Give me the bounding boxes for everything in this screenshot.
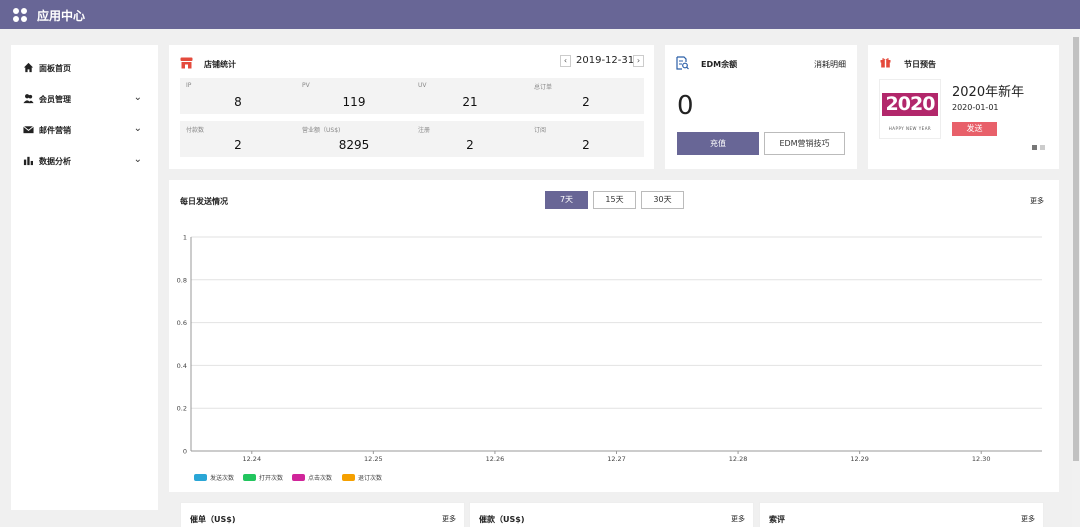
daily-send-card: 每日发送情况 7天 15天 30天 更多 0 0.2 0.4 0.6 0.8 1 12.24…	[169, 180, 1059, 492]
carousel-dot-active[interactable]	[1032, 145, 1037, 150]
stat-value: 2	[582, 138, 590, 152]
x-tick-label: 12.29	[850, 455, 869, 463]
reminder-payment-more-link[interactable]: 更多	[731, 514, 745, 524]
sidebar-item-label: 邮件营销	[39, 126, 71, 135]
current-date: 2019-12-31	[576, 55, 635, 66]
edm-title: EDM余额	[701, 60, 738, 69]
x-tick-label: 12.25	[364, 455, 383, 463]
reminder-payment-card: 催款（US$) 更多	[469, 502, 754, 527]
top-bar: 应用中心	[0, 0, 1080, 29]
daily-send-title: 每日发送情况	[180, 197, 228, 206]
stat-total-orders: 总订单 2	[528, 78, 644, 114]
new-year-image: 2020 HAPPY NEW YEAR	[879, 79, 941, 139]
x-tick-label: 12.27	[607, 455, 626, 463]
chevron-down-icon: ⌄	[133, 154, 142, 165]
review-request-card: 索评 更多	[759, 502, 1044, 527]
daily-send-chart: 0 0.2 0.4 0.6 0.8 1 12.24 12.25 12.26 12.27 12.28 1…	[177, 234, 1042, 463]
x-tick-label: 12.28	[729, 455, 748, 463]
sidebar-item-label: 数据分析	[39, 157, 71, 166]
review-request-more-link[interactable]: 更多	[1021, 514, 1035, 524]
stat-revenue: 营业额（US$) 8295	[296, 121, 412, 157]
daily-more-link[interactable]: 更多	[1030, 196, 1044, 206]
stat-label: 营业额（US$)	[302, 127, 341, 134]
tab-7-days[interactable]: 7天	[545, 191, 588, 209]
edm-balance-card: EDM余额 消耗明细 0 充值 EDM营销技巧	[665, 45, 857, 169]
carousel-dot[interactable]	[1040, 145, 1045, 150]
reminder-order-more-link[interactable]: 更多	[442, 514, 456, 524]
stat-label: PV	[302, 82, 310, 89]
store-stats-title: 店铺统计	[204, 60, 236, 69]
x-tick-label: 12.30	[972, 455, 991, 463]
app-logo-icon	[13, 8, 27, 22]
sidebar-item-label: 会员管理	[39, 95, 71, 104]
sidebar-item-email-marketing[interactable]: 邮件营销 ⌄	[11, 120, 158, 140]
store-stats-card: 店铺统计 ‹ 2019-12-31 › IP 8 PV 119 UV 21 总订单 2 …	[169, 45, 654, 169]
stat-label: 注册	[418, 127, 431, 134]
stat-value: 8295	[338, 138, 370, 152]
y-tick-label: 0	[183, 448, 187, 456]
stat-value: 21	[462, 95, 478, 109]
stat-payments: 付款数 2	[180, 121, 296, 157]
members-icon	[23, 94, 34, 104]
stat-value: 119	[342, 95, 366, 109]
bar-chart-icon	[23, 156, 33, 166]
send-holiday-button[interactable]: 发送	[952, 122, 997, 136]
tab-15-days[interactable]: 15天	[593, 191, 636, 209]
sidebar-item-label: 面板首页	[39, 64, 71, 73]
y-tick-label: 0.2	[177, 405, 187, 413]
recharge-button[interactable]: 充值	[677, 132, 759, 155]
chevron-down-icon: ⌄	[133, 92, 142, 103]
stat-subscriptions: 订阅 2	[528, 121, 644, 157]
stat-value: 2	[466, 138, 474, 152]
stat-value: 2	[582, 95, 590, 109]
stat-ip: IP 8	[180, 78, 296, 114]
sidebar-item-dashboard[interactable]: 面板首页	[11, 58, 158, 78]
y-tick-label: 0.4	[177, 362, 187, 370]
stat-value: 8	[234, 95, 242, 109]
x-tick-label: 12.26	[486, 455, 505, 463]
stat-label: 订阅	[534, 127, 547, 134]
date-picker: ‹ 2019-12-31 ›	[560, 55, 644, 67]
prev-date-button[interactable]: ‹	[560, 55, 571, 67]
sidebar: 面板首页 会员管理 ⌄ 邮件营销 ⌄ 数据分析 ⌄	[11, 45, 158, 510]
consumption-detail-link[interactable]: 消耗明细	[814, 59, 846, 70]
holiday-event-name: 2020年新年	[952, 85, 1025, 100]
tab-30-days[interactable]: 30天	[641, 191, 684, 209]
page-scrollbar[interactable]	[1072, 29, 1080, 527]
reminder-order-title: 催单（US$)	[190, 515, 236, 524]
document-search-icon	[676, 56, 689, 70]
y-tick-label: 0.6	[177, 319, 187, 327]
mail-icon	[23, 125, 34, 134]
app-title: 应用中心	[37, 9, 86, 23]
reminder-payment-title: 催款（US$)	[479, 515, 525, 524]
edm-balance-value: 0	[677, 91, 694, 121]
sidebar-item-data-analysis[interactable]: 数据分析 ⌄	[11, 151, 158, 171]
sidebar-item-members[interactable]: 会员管理 ⌄	[11, 89, 158, 109]
stat-value: 2	[234, 138, 242, 152]
holiday-card: 节日预告 2020 HAPPY NEW YEAR 2020年新年 2020-01…	[868, 45, 1059, 169]
store-icon	[180, 57, 193, 69]
scrollbar-thumb[interactable]	[1073, 37, 1079, 461]
stat-label: IP	[186, 82, 192, 89]
reminder-order-card: 催单（US$) 更多	[180, 502, 465, 527]
y-tick-label: 1	[183, 234, 187, 242]
chevron-down-icon: ⌄	[133, 123, 142, 134]
stat-pv: PV 119	[296, 78, 412, 114]
stat-label: 付款数	[186, 127, 205, 134]
stat-registrations: 注册 2	[412, 121, 528, 157]
edm-tips-button[interactable]: EDM营销技巧	[764, 132, 845, 155]
home-icon	[23, 62, 34, 73]
next-date-button[interactable]: ›	[633, 55, 644, 67]
y-tick-label: 0.8	[177, 276, 187, 284]
review-request-title: 索评	[769, 515, 785, 524]
gift-icon	[880, 58, 891, 68]
holiday-event-date: 2020-01-01	[952, 103, 999, 112]
stat-uv: UV 21	[412, 78, 528, 114]
x-tick-label: 12.24	[242, 455, 261, 463]
holiday-title: 节日预告	[904, 60, 936, 69]
stat-label: UV	[418, 82, 427, 89]
stat-label: 总订单	[534, 84, 553, 91]
